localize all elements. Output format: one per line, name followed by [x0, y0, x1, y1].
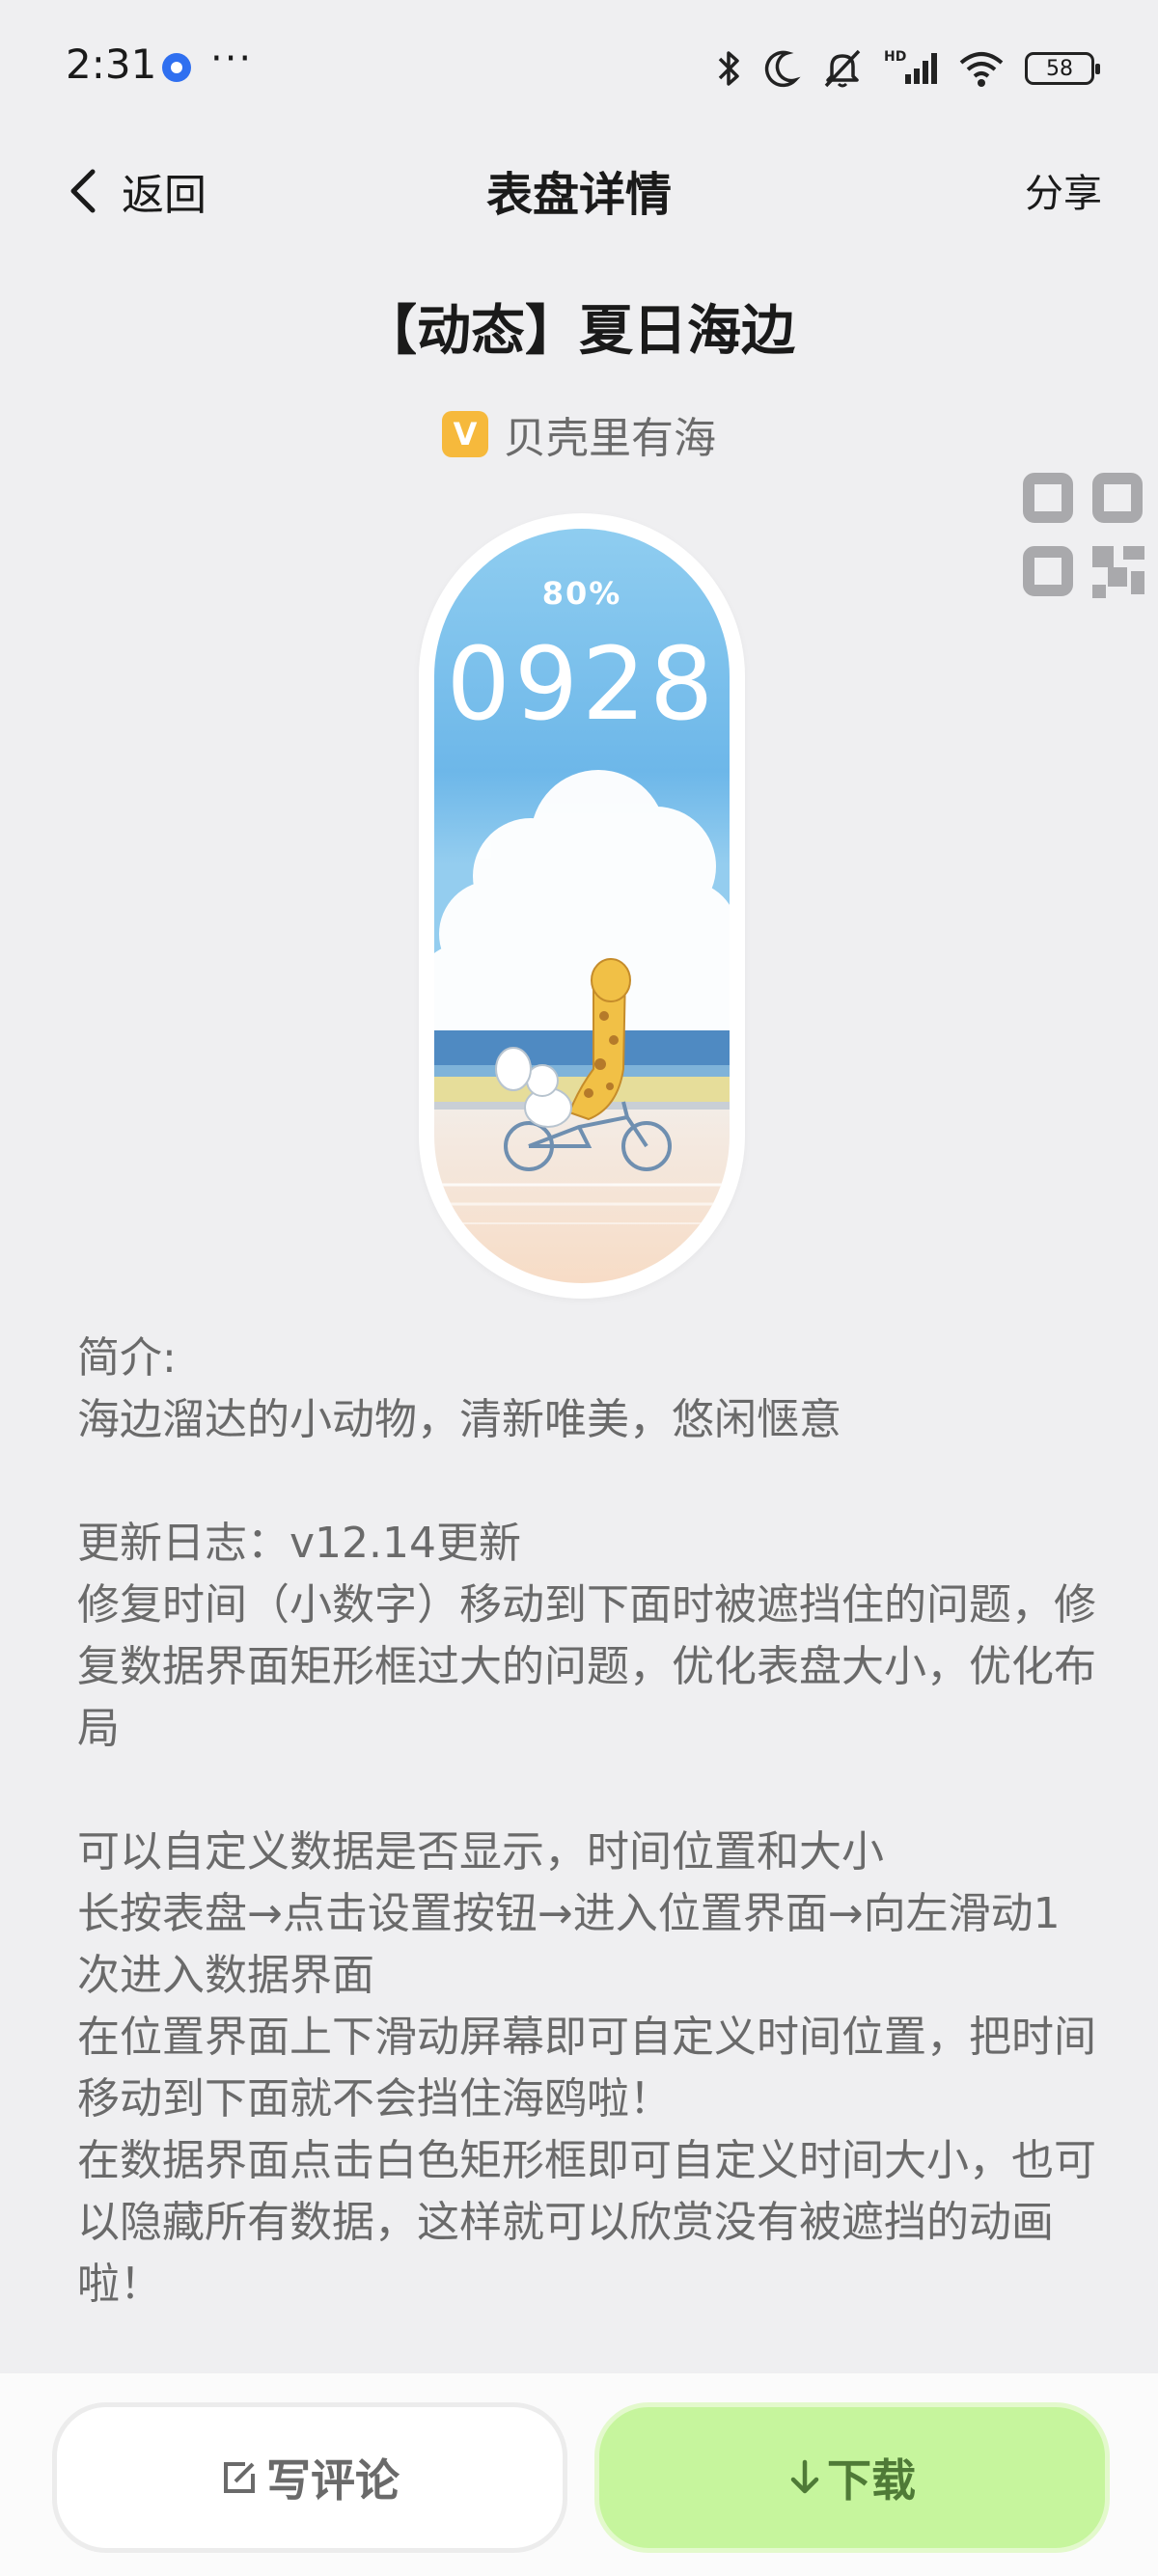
battery-level: 58	[1046, 56, 1073, 81]
custom-line-4: 在数据界面点击白色矩形框即可自定义时间大小，也可以隐藏所有数据，这样就可以欣赏没…	[77, 2136, 1096, 2309]
nav-bar: 返回 表盘详情 分享	[0, 135, 1158, 241]
write-comment-button[interactable]: 写评论	[52, 2402, 567, 2553]
changelog-title: 更新日志：v12.14更新	[77, 1519, 522, 1568]
watch-time-text: 0928	[446, 625, 718, 743]
intro-text: 海边溜达的小动物，清新唯美，悠闲惬意	[77, 1395, 841, 1444]
custom-line-2: 长按表盘→点击设置按钮→进入位置界面→向左滑动1次进入数据界面	[77, 1889, 1061, 2000]
watchface-title: 【动态】夏日海边	[363, 300, 795, 363]
mute-icon	[824, 49, 861, 88]
edit-icon	[224, 2462, 255, 2493]
battery-icon: 58	[1025, 52, 1100, 85]
download-label: 下载	[827, 2454, 916, 2507]
hd-signal-icon: HD	[884, 49, 937, 84]
changelog-body: 修复时间（小数字）移动到下面时被遮挡住的问题，修复数据界面矩形框过大的问题，优化…	[77, 1580, 1096, 1753]
watch-battery-text: 80%	[541, 575, 622, 612]
author-name[interactable]: 贝壳里有海	[504, 403, 716, 465]
status-icons: HD 58	[714, 44, 1100, 93]
bottom-action-bar: 写评论 下载	[0, 2373, 1158, 2576]
download-button[interactable]: 下载	[594, 2402, 1110, 2553]
bluetooth-icon	[718, 51, 739, 86]
verified-badge-icon: V	[442, 411, 488, 457]
author-row[interactable]: V 贝壳里有海	[0, 403, 1158, 465]
write-comment-label: 写评论	[266, 2454, 400, 2507]
intro-label: 简介:	[77, 1333, 177, 1383]
custom-line-1: 可以自定义数据是否显示，时间位置和大小	[77, 1827, 884, 1877]
watchface-screen: 80% 0928	[434, 529, 730, 1283]
app-notification-icon	[162, 53, 191, 82]
description: 简介: 海边溜达的小动物，清新唯美，悠闲惬意 更新日志：v12.14更新 修复时…	[77, 1328, 1100, 2316]
download-arrow-icon	[790, 2459, 819, 2494]
moon-icon	[764, 50, 801, 88]
status-bar: 2:31 ··· HD 58	[0, 0, 1158, 135]
svg-text:HD: HD	[884, 49, 906, 65]
share-button[interactable]: 分享	[1025, 162, 1102, 218]
status-time: 2:31	[66, 41, 157, 88]
page-title: 表盘详情	[485, 168, 672, 222]
watchface-preview: 80% 0928	[419, 513, 745, 1299]
qr-code-icon[interactable]	[1015, 465, 1150, 608]
more-notifications-icon: ···	[210, 37, 254, 81]
wifi-icon	[959, 52, 1004, 87]
custom-line-3: 在位置界面上下滑动屏幕即可自定义时间位置，把时间移动到下面就不会挡住海鸥啦！	[77, 2013, 1096, 2124]
